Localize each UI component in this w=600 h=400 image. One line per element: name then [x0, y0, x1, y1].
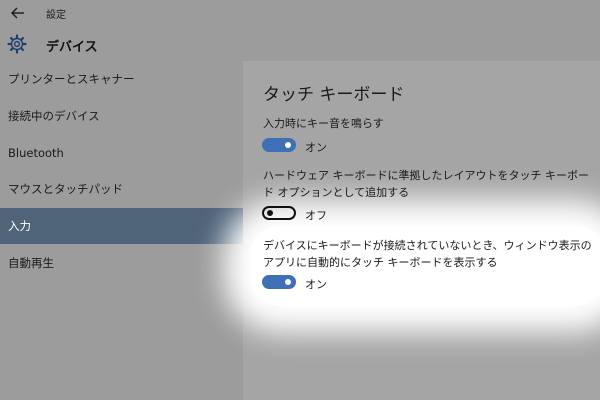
toggle-state-auto-show-keyboard: オン [305, 278, 327, 291]
toggle-hardware-layout[interactable] [262, 206, 296, 220]
sidebar-item-bluetooth[interactable]: Bluetooth [0, 135, 243, 171]
toggle-knob [267, 210, 273, 216]
sidebar-item-autoplay[interactable]: 自動再生 [0, 245, 243, 281]
toggle-state-key-sound: オン [305, 141, 327, 154]
toggle-knob [285, 142, 291, 148]
setting-label-hardware-layout: ハードウェア キーボードに準拠したレイアウトをタッチ キーボード オプションとし… [263, 169, 589, 199]
toggle-auto-show-keyboard[interactable] [262, 275, 296, 289]
sidebar-item-connected-devices[interactable]: 接続中のデバイス [0, 98, 243, 134]
sidebar-item-typing[interactable]: 入力 [0, 208, 243, 244]
window-title: 設定 [46, 10, 66, 21]
back-button[interactable] [8, 4, 28, 22]
sidebar: プリンターとスキャナー 接続中のデバイス Bluetooth マウスとタッチパッ… [0, 61, 243, 400]
title-bar: 設定 [0, 0, 600, 27]
page-title: デバイス [46, 40, 98, 55]
toggle-knob [285, 279, 291, 285]
section-title: タッチ キーボード [263, 85, 405, 105]
page-header: デバイス [0, 27, 600, 61]
setting-label-auto-show-keyboard: デバイスにキーボードが接続されていないとき、ウィンドウ表示のアプリに自動的にタッ… [263, 239, 592, 269]
sidebar-item-printers[interactable]: プリンターとスキャナー [0, 61, 243, 97]
toggle-state-hardware-layout: オフ [305, 209, 327, 222]
back-arrow-icon [11, 7, 24, 19]
sidebar-item-mouse-touchpad[interactable]: マウスとタッチパッド [0, 171, 243, 207]
gear-icon [7, 34, 27, 54]
setting-label-key-sound: 入力時にキー音を鳴らす [263, 117, 384, 130]
toggle-key-sound[interactable] [262, 138, 296, 152]
